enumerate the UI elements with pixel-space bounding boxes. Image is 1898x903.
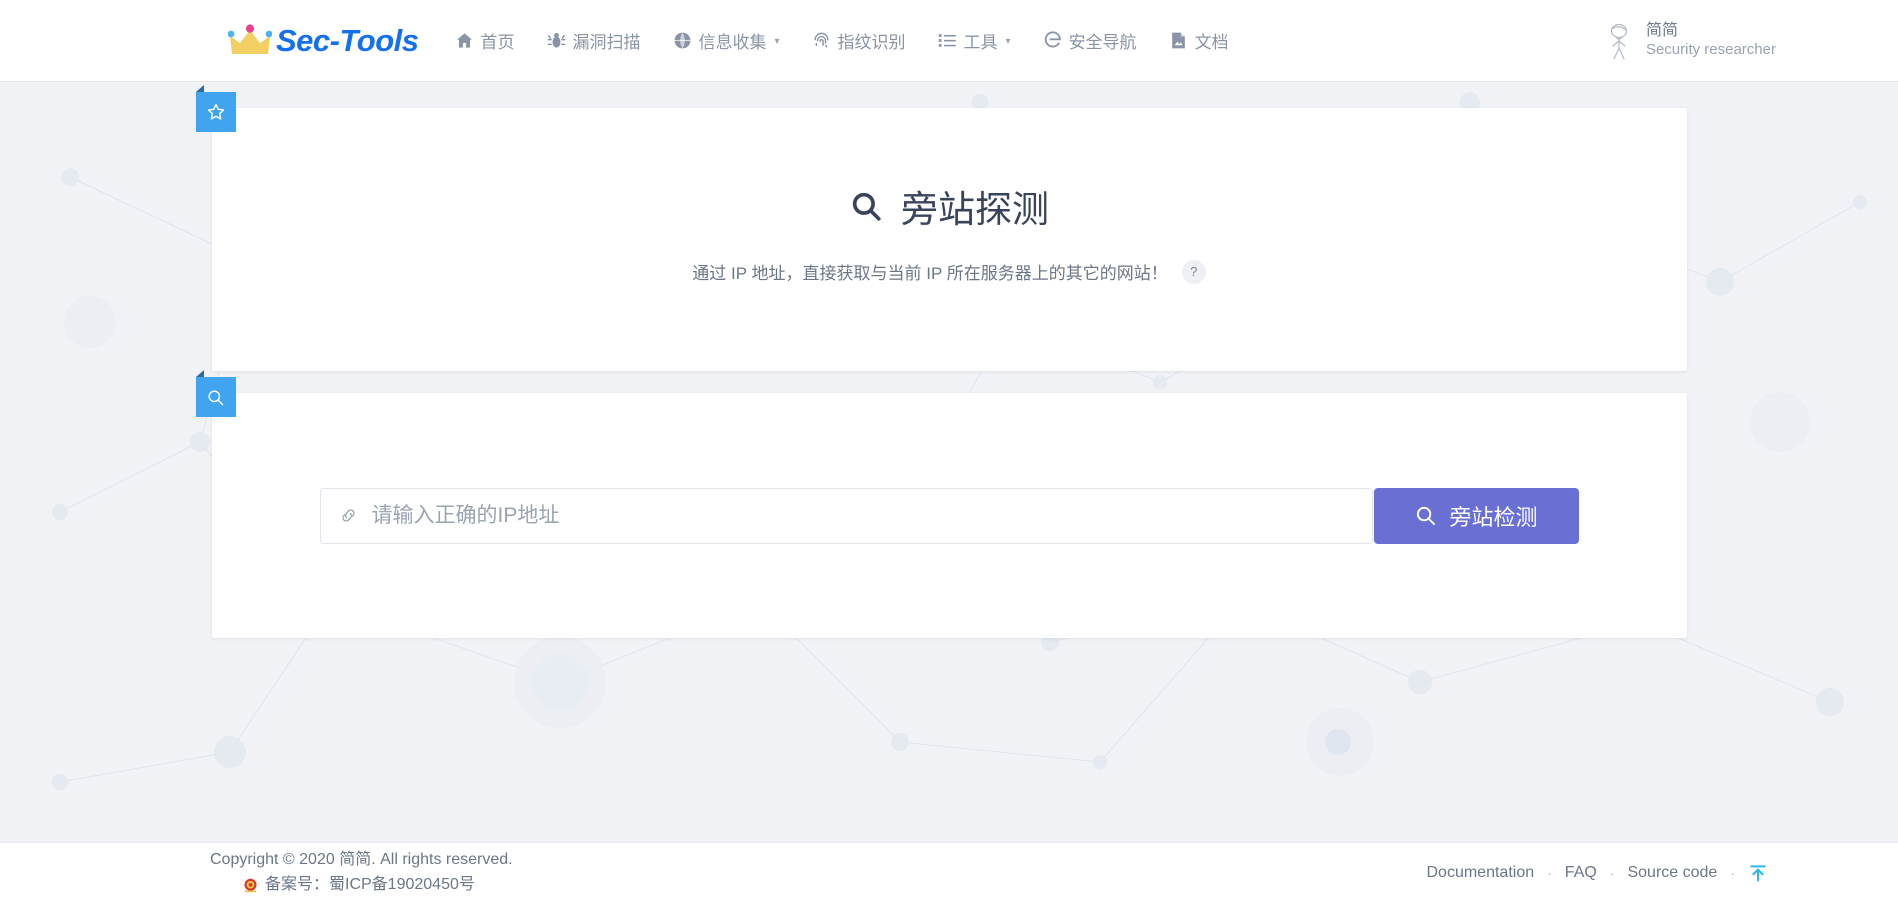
nav-item-label: 工具 [964, 28, 998, 53]
search-row: 旁站检测 [212, 393, 1687, 638]
fingerprint-icon [812, 31, 831, 50]
police-badge-icon [242, 877, 259, 894]
nav-item-security-nav[interactable]: 安全导航 [1043, 28, 1137, 53]
nav-item-vuln-scan[interactable]: 漏洞扫描 [547, 28, 641, 53]
nav-item-label: 首页 [481, 28, 515, 53]
search-icon [1414, 504, 1437, 527]
avatar [1604, 21, 1634, 61]
arrow-to-top-icon [1748, 863, 1768, 883]
search-field[interactable] [320, 488, 1373, 544]
beian-line: 备案号：蜀ICP备19020450号 [210, 873, 513, 898]
nav-item-home[interactable]: 首页 [455, 28, 515, 53]
site-footer: Copyright © 2020 简简. All rights reserved… [0, 842, 1898, 903]
link-icon [339, 506, 358, 525]
footer-separator: · [1730, 865, 1735, 881]
user-role: Security researcher [1646, 41, 1776, 60]
globe-icon [673, 31, 692, 50]
search-card: 旁站检测 [212, 393, 1687, 638]
help-badge[interactable]: ? [1182, 260, 1206, 284]
page-subtitle: 通过 IP 地址，直接获取与当前 IP 所在服务器上的其它的网站！ ? [692, 259, 1205, 284]
nav-item-label: 指纹识别 [838, 28, 906, 53]
footer-separator: · [1547, 865, 1552, 881]
search-icon [206, 388, 225, 407]
main-content: 旁站探测 通过 IP 地址，直接获取与当前 IP 所在服务器上的其它的网站！ ? [0, 82, 1898, 638]
document-icon [1169, 31, 1188, 50]
site-header: Sec-Tools 首页 [0, 0, 1898, 82]
favorite-badge[interactable] [196, 92, 236, 132]
beian-text: 备案号：蜀ICP备19020450号 [265, 873, 475, 898]
bug-icon [547, 31, 566, 50]
footer-link-faq[interactable]: FAQ [1565, 864, 1597, 882]
page-title: 旁站探测 [849, 179, 1049, 233]
page-subtitle-text: 通过 IP 地址，直接获取与当前 IP 所在服务器上的其它的网站！ [692, 259, 1167, 284]
back-to-top-button[interactable] [1748, 863, 1768, 883]
scan-button[interactable]: 旁站检测 [1374, 488, 1579, 544]
home-icon [455, 31, 474, 50]
footer-link-source-code[interactable]: Source code [1627, 864, 1717, 882]
nav-item-label: 信息收集 [699, 28, 767, 53]
main-navigation: 首页 漏洞扫描 [455, 28, 1229, 53]
user-meta: 简简 Security researcher [1646, 21, 1776, 60]
user-profile[interactable]: 简简 Security researcher [1604, 21, 1776, 61]
ip-address-input[interactable] [372, 504, 1354, 528]
nav-item-label: 漏洞扫描 [573, 28, 641, 53]
scan-button-label: 旁站检测 [1449, 500, 1537, 532]
nav-item-fingerprint[interactable]: 指纹识别 [812, 28, 906, 53]
search-badge[interactable] [196, 377, 236, 417]
footer-separator: · [1610, 865, 1615, 881]
page-title-text: 旁站探测 [901, 179, 1049, 233]
nav-item-info-gathering[interactable]: 信息收集 ▾ [673, 28, 780, 53]
search-icon [849, 189, 883, 223]
crown-icon [228, 24, 272, 58]
copyright-text: Copyright © 2020 简简. All rights reserved… [210, 848, 513, 873]
chevron-down-icon: ▾ [1006, 36, 1011, 47]
compass-e-icon [1043, 31, 1062, 50]
intro-inner: 旁站探测 通过 IP 地址，直接获取与当前 IP 所在服务器上的其它的网站！ ? [212, 108, 1687, 371]
logo-text: Sec-Tools [276, 23, 419, 59]
nav-item-label: 安全导航 [1069, 28, 1137, 53]
footer-link-documentation[interactable]: Documentation [1427, 864, 1535, 882]
star-icon [206, 102, 226, 122]
intro-card: 旁站探测 通过 IP 地址，直接获取与当前 IP 所在服务器上的其它的网站！ ? [212, 108, 1687, 371]
logo[interactable]: Sec-Tools [228, 23, 419, 59]
nav-item-docs[interactable]: 文档 [1169, 28, 1229, 53]
bg-node-highlight [1325, 729, 1351, 755]
nav-item-label: 文档 [1195, 28, 1229, 53]
list-icon [938, 31, 957, 50]
footer-left: Copyright © 2020 简简. All rights reserved… [210, 848, 513, 898]
chevron-down-icon: ▾ [775, 36, 780, 47]
nav-item-tools[interactable]: 工具 ▾ [938, 28, 1011, 53]
user-name: 简简 [1646, 21, 1776, 41]
footer-right: Documentation · FAQ · Source code · [1427, 863, 1769, 883]
